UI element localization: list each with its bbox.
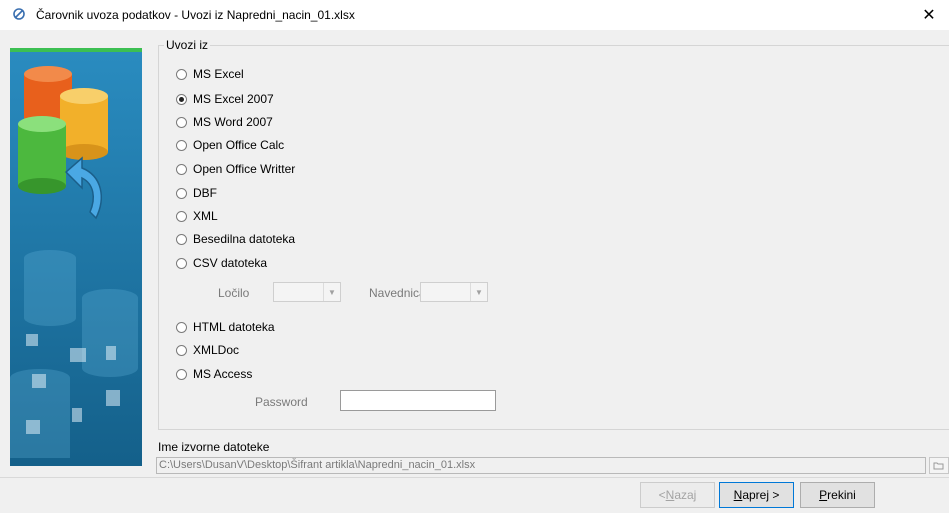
radio-button[interactable] [176,257,187,269]
wizard-side-image [10,48,142,466]
radio-ms-word-2007[interactable]: MS Word 2007 [176,114,273,130]
radio-button[interactable] [176,139,187,151]
app-icon [13,8,25,20]
close-button[interactable]: ✕ [909,0,949,30]
cancel-button[interactable]: Prekini [800,482,875,508]
radio-dbf[interactable]: DBF [176,185,217,201]
radio-ms-access[interactable]: MS Access [176,366,252,382]
radio-xml[interactable]: XML [176,208,218,224]
browse-button[interactable] [929,457,949,474]
source-file-label: Ime izvorne datoteke [158,440,270,454]
radio-open-office-writter[interactable]: Open Office Writter [176,161,295,177]
back-button[interactable]: < Nazaj [640,482,715,508]
quote-select[interactable]: ▼ [420,282,488,302]
source-file-path[interactable]: C:\Users\DusanV\Desktop\Šifrant artikla\… [156,457,926,474]
radio-besedilna-datoteka[interactable]: Besedilna datoteka [176,231,295,247]
database-import-illustration [10,48,142,466]
folder-icon [933,462,944,469]
radio-button[interactable] [176,321,187,333]
window-title: Čarovnik uvoza podatkov - Uvozi iz Napre… [36,8,355,22]
wizard-body: Uvozi iz MS Excel MS Excel 2007 MS Word … [0,30,949,513]
radio-csv-datoteka[interactable]: CSV datoteka [176,255,267,271]
title-bar: Čarovnik uvoza podatkov - Uvozi iz Napre… [0,0,949,30]
radio-button[interactable] [176,187,187,199]
radio-button[interactable] [176,68,187,80]
chevron-down-icon: ▼ [470,283,487,301]
radio-button[interactable] [176,116,187,128]
radio-xmldoc[interactable]: XMLDoc [176,342,239,358]
radio-button[interactable] [176,210,187,222]
password-input[interactable] [340,390,496,411]
close-icon: ✕ [922,7,936,24]
password-label: Password [255,395,308,409]
radio-button[interactable] [176,344,187,356]
next-button[interactable]: Naprej > [719,482,794,508]
radio-ms-excel-2007[interactable]: MS Excel 2007 [176,91,274,107]
radio-button[interactable] [176,233,187,245]
radio-ms-excel[interactable]: MS Excel [176,66,244,82]
separator-select[interactable]: ▼ [273,282,341,302]
radio-open-office-calc[interactable]: Open Office Calc [176,137,284,153]
radio-html-datoteka[interactable]: HTML datoteka [176,319,275,335]
radio-button[interactable] [176,368,187,380]
chevron-down-icon: ▼ [323,283,340,301]
group-caption: Uvozi iz [164,38,211,52]
radio-button[interactable] [176,163,187,175]
button-divider [0,477,949,478]
quote-label: Navednica [369,286,426,300]
separator-label: Ločilo [218,286,250,300]
radio-button-checked[interactable] [176,93,187,105]
